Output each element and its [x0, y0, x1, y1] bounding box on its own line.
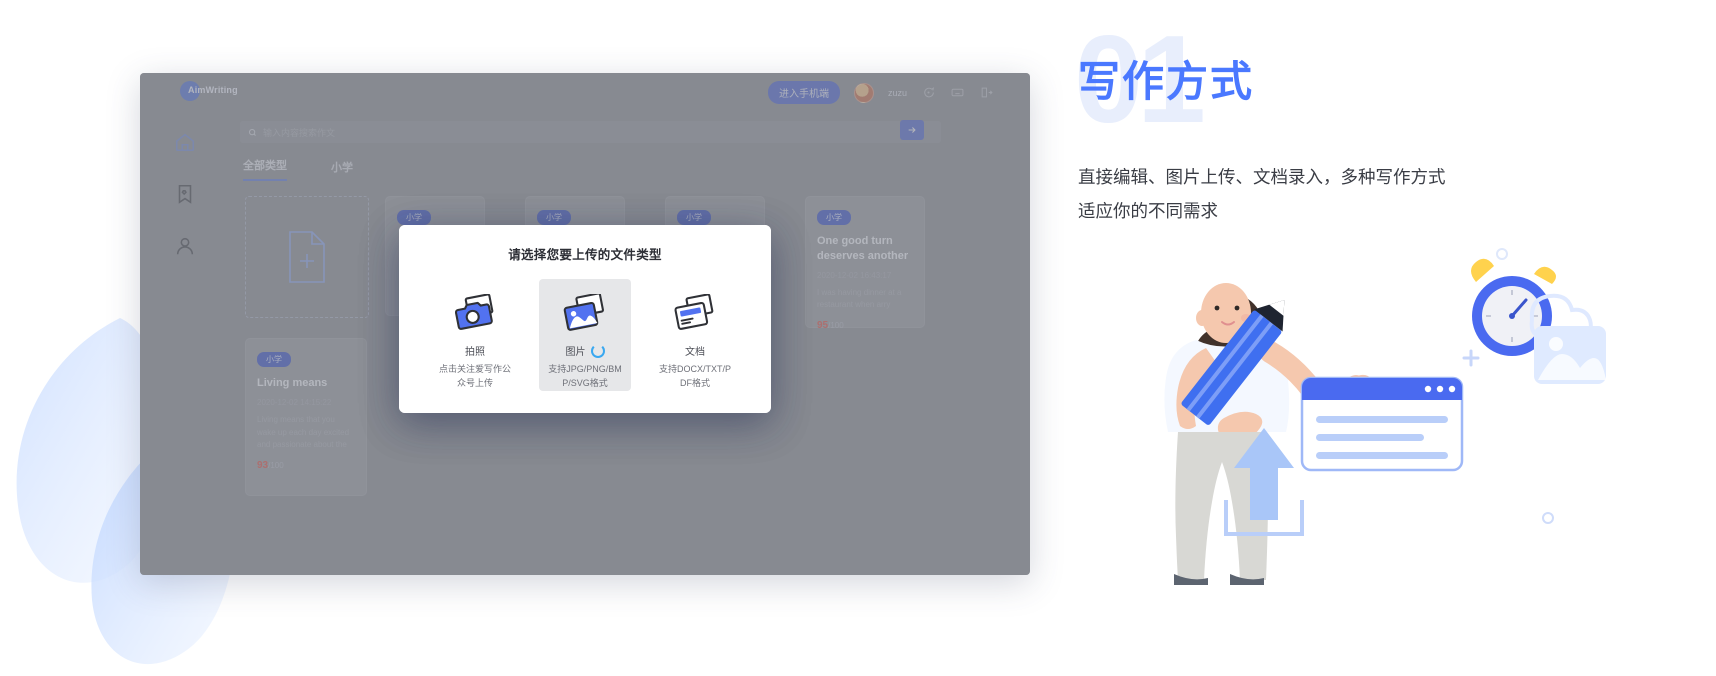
upload-option-document[interactable]: 文档 支持DOCX/TXT/P DF格式 — [649, 279, 741, 391]
upload-option-desc: 支持DOCX/TXT/P DF格式 — [655, 363, 735, 391]
loading-spinner-icon — [590, 343, 605, 358]
section-description-line2: 适应你的不同需求 — [1078, 201, 1218, 222]
upload-option-list: 拍照 点击关注爱写作公 众号上传 — [399, 279, 771, 391]
document-label: 文档 — [685, 347, 705, 359]
plus-decoration — [1462, 349, 1480, 367]
image-desc-2: P/SVG格式 — [562, 378, 608, 389]
image-icon — [560, 291, 610, 336]
upload-option-camera[interactable]: 拍照 点击关注爱写作公 众号上传 — [429, 279, 521, 391]
upload-option-desc: 点击关注爱写作公 众号上传 — [435, 363, 515, 391]
document-desc-1: 支持DOCX/TXT/P — [658, 364, 731, 375]
upload-option-label: 图片 — [566, 343, 605, 358]
camera-desc-2: 众号上传 — [456, 378, 493, 389]
image-desc-1: 支持JPG/PNG/BM — [548, 364, 622, 375]
upload-option-label: 文档 — [685, 343, 705, 358]
document-icon — [671, 291, 719, 336]
section-description: 直接编辑、图片上传、文档录入，多种写作方式 适应你的不同需求 — [1078, 160, 1548, 228]
document-desc-2: DF格式 — [680, 378, 710, 389]
upload-option-image[interactable]: 图片 支持JPG/PNG/BM P/SVG格式 — [539, 279, 631, 391]
camera-desc-1: 点击关注爱写作公 — [438, 364, 511, 375]
camera-icon — [451, 291, 499, 336]
browser-window-icon — [1300, 376, 1464, 472]
upload-option-label: 拍照 — [465, 343, 485, 358]
image-label: 图片 — [565, 347, 586, 359]
camera-label: 拍照 — [465, 347, 485, 359]
page-root: AimWriting 进入手机端 zuzu — [0, 0, 1716, 676]
feature-section: 01 写作方式 直接编辑、图片上传、文档录入，多种写作方式 适应你的不同需求 — [1074, 0, 1716, 676]
modal-title: 请选择您要上传的文件类型 — [508, 248, 662, 262]
circle-decoration-right — [1542, 512, 1554, 524]
feature-illustration — [1074, 240, 1634, 588]
section-description-line1: 直接编辑、图片上传、文档录入，多种写作方式 — [1078, 167, 1446, 187]
section-title: 写作方式 — [1078, 58, 1255, 105]
upload-option-desc: 支持JPG/PNG/BM P/SVG格式 — [545, 363, 625, 391]
upload-type-modal-top: 请选择您要上传的文件类型 拍照 点击关注爱写作公 众号上传 图片 支持JPG/P… — [399, 225, 771, 413]
circle-decoration-top — [1496, 248, 1508, 260]
